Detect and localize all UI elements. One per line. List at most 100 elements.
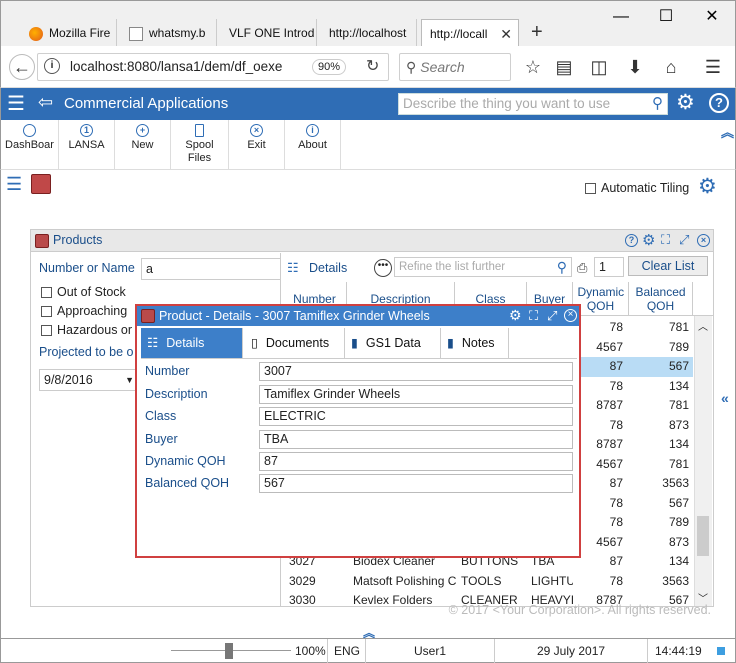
table-row[interactable]: 3029 Matsoft Polishing C TOOLS LIGHTU 78 3563 [283,572,693,592]
close-tab-icon[interactable]: ✕ [500,20,512,47]
zoom-badge[interactable]: 90% [312,59,346,75]
reload-icon[interactable]: ↻ [366,56,379,76]
class-field[interactable]: ELECTRIC [259,407,573,426]
lansa-button[interactable]: 1 LANSA [59,120,115,170]
out-of-stock-checkbox[interactable]: Out of Stock [41,285,126,299]
approaching-checkbox[interactable]: Approaching [41,304,127,318]
tab-notes[interactable]: ▮ Notes [441,328,509,358]
grid-scrollbar[interactable]: ︿ ﹀ [694,316,712,606]
scroll-up-icon[interactable]: ︿ [698,318,708,333]
buyer-field[interactable]: TBA [259,430,573,449]
tile-icon[interactable]: ⛶ [661,232,670,248]
hazardous-checkbox[interactable]: Hazardous or [41,323,132,337]
tab-documents[interactable]: ▯ Documents [243,328,345,358]
browser-tab[interactable]: http://localhost [321,19,417,47]
minimize-icon[interactable]: — [611,7,631,27]
browser-tab[interactable]: Mozilla Fire [21,19,117,47]
dynamic-qoh-field[interactable]: 87 [259,452,573,471]
search-icon[interactable]: ⚲ [557,258,567,276]
checkbox-icon[interactable] [41,287,52,299]
tab-gs1-data[interactable]: ▮ GS1 Data [345,328,441,358]
help-icon[interactable]: ? [625,234,638,247]
automatic-tiling-toggle[interactable]: Automatic Tiling [585,181,689,195]
close-icon[interactable]: × [697,234,710,247]
printer-icon[interactable]: ⎙ [577,260,587,276]
menu-icon[interactable]: ☰ [701,55,725,79]
app-search-input[interactable]: Describe the thing you want to use ⚲ [398,93,668,115]
description-field[interactable]: Tamiflex Grinder Wheels [259,385,573,404]
pocket-icon[interactable]: ◫ [587,55,611,79]
new-button[interactable]: + New [115,120,171,170]
back-arrow-icon[interactable]: ⇦ [38,92,53,113]
dialog-title: Product - Details - 3007 Tamiflex Grinde… [159,309,430,323]
search-icon[interactable]: ⚲ [652,94,663,114]
more-options-icon[interactable]: ••• [374,259,392,277]
scroll-thumb[interactable] [697,516,709,556]
gear-icon[interactable]: ⚙ [509,305,522,325]
page-icon [129,26,143,41]
details-toggle[interactable]: Details [309,261,347,275]
chevron-down-icon[interactable]: ▼ [125,370,134,390]
checkbox-icon[interactable] [41,325,52,337]
zoom-slider-thumb[interactable] [225,643,233,659]
dialog-title-bar[interactable]: Product - Details - 3007 Tamiflex Grinde… [137,306,579,326]
window-close-icon[interactable]: ✕ [702,7,722,27]
new-tab-icon[interactable]: + [531,21,543,44]
cell-balanced-qoh: 134 [668,554,689,568]
maximize-icon[interactable]: ☐ [656,7,676,27]
browser-tab-active[interactable]: http://locall ✕ [421,19,519,47]
list-menu-icon[interactable]: ☰ [6,174,22,195]
number-field[interactable]: 3007 [259,362,573,381]
reader-list-icon[interactable]: ▤ [552,55,576,79]
url-bar[interactable]: i localhost:8080/lansa1/dem/df_oexe 90% … [37,53,389,81]
tile-icon[interactable]: ⛶ [529,306,538,326]
dashboard-button[interactable]: DashBoar [1,120,59,170]
products-title: Products [53,233,103,247]
details-list-icon[interactable]: ☷ [287,260,299,276]
count-stepper[interactable]: 1 [594,257,624,277]
home-icon[interactable]: ⌂ [659,55,683,79]
status-indicator-icon [717,647,725,655]
products-icon [35,234,49,248]
number-or-name-input[interactable]: a [141,258,281,280]
balanced-qoh-label: Balanced QOH [145,476,230,490]
tiling-settings-gear-icon[interactable]: ⚙ [698,174,717,199]
maximize-icon[interactable]: ⤢ [679,232,689,248]
hamburger-menu-icon[interactable]: ☰ [7,91,25,116]
column-header-dynamic-qoh[interactable]: Dynamic QOH [573,282,629,316]
app-header: ☰ ⇦ Commercial Applications Describe the… [0,88,736,120]
checkbox-icon[interactable] [41,306,52,318]
refine-list-input[interactable]: Refine the list further ⚲ [394,257,572,277]
collapse-up-icon[interactable]: ︽ [721,122,734,141]
bookmark-star-icon[interactable]: ☆ [521,55,545,79]
clear-list-button[interactable]: Clear List [628,256,708,276]
about-button[interactable]: i About [285,120,341,170]
browser-tab[interactable]: whatsmy.b [121,19,217,47]
expand-left-icon[interactable]: « [721,390,729,406]
browser-tab[interactable]: VLF ONE Introd [221,19,317,47]
gear-icon[interactable]: ⚙ [642,231,655,249]
download-icon[interactable]: ⬇ [623,55,647,79]
back-arrow-icon[interactable]: ← [9,54,35,80]
date-picker[interactable]: 9/8/2016 ▼ [39,369,139,391]
document-icon: ▮ [351,336,358,350]
cell-balanced-qoh: 781 [668,456,689,471]
browser-search-input[interactable]: ⚲ Search [399,53,511,81]
products-app-icon[interactable] [31,174,51,194]
spool-files-button[interactable]: Spool Files [171,120,229,170]
dynamic-qoh-label: Dynamic QOH [145,454,226,468]
tab-details[interactable]: ☷ Details [141,328,243,358]
url-text[interactable]: localhost:8080/lansa1/dem/df_oexe [70,59,282,74]
cell-balanced-qoh: 134 [668,378,689,393]
close-icon[interactable]: × [564,309,577,322]
cell-number: 3029 [289,573,316,588]
column-header-balanced-qoh[interactable]: Balanced QOH [629,282,693,316]
checkbox-icon[interactable] [585,183,596,195]
info-icon[interactable]: i [44,58,60,74]
maximize-icon[interactable]: ⤢ [547,306,557,326]
settings-gear-icon[interactable]: ⚙ [676,90,695,115]
exit-button[interactable]: × Exit [229,120,285,170]
cell-balanced-qoh: 134 [668,437,689,451]
balanced-qoh-field[interactable]: 567 [259,474,573,493]
help-icon[interactable]: ? [709,93,729,113]
